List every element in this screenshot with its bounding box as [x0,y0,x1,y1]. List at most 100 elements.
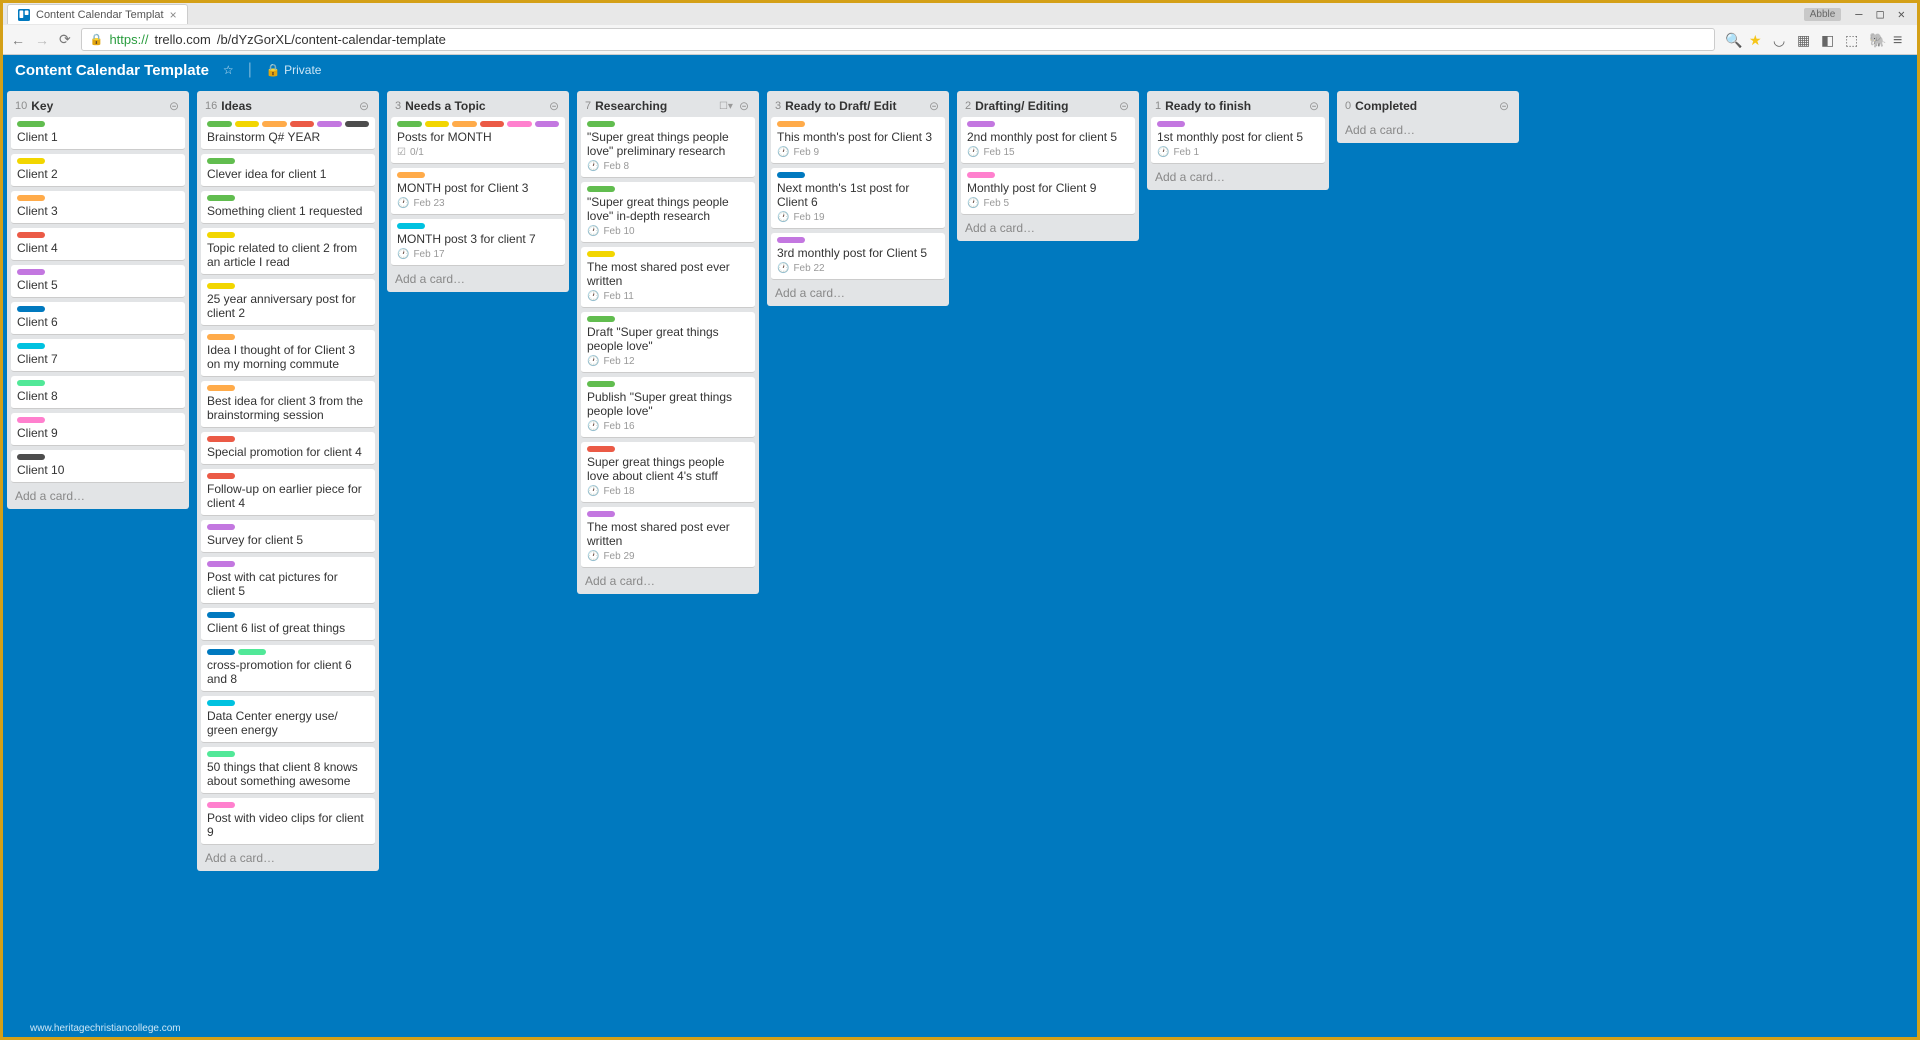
label-green [207,121,232,127]
list-menu-icon[interactable]: ⊝ [739,99,749,113]
card[interactable]: Client 1 [11,117,185,150]
list-header[interactable]: 1Ready to finish⊝ [1151,95,1325,117]
add-card-button[interactable]: Add a card… [1151,164,1325,186]
search-icon[interactable]: 🔍 [1725,32,1741,48]
board-header: Content Calendar Template ☆ | 🔒 Private [3,55,1917,85]
card[interactable]: Best idea for client 3 from the brainsto… [201,381,375,428]
reload-button[interactable]: ⟳ [59,31,71,48]
back-button[interactable]: ← [11,32,25,48]
add-card-button[interactable]: Add a card… [11,483,185,505]
window-close-icon[interactable]: ✕ [1898,7,1905,21]
card[interactable]: "Super great things people love" in-dept… [581,182,755,243]
card[interactable]: Follow-up on earlier piece for client 4 [201,469,375,516]
window-maximize-icon[interactable]: □ [1877,7,1884,21]
list-header[interactable]: 16Ideas⊝ [201,95,375,117]
clock-icon: 🕐 [397,198,409,209]
extension-1-icon[interactable]: ▦ [1797,32,1813,48]
card[interactable]: Posts for MONTH☑0/1 [391,117,565,164]
card[interactable]: Survey for client 5 [201,520,375,553]
bookmark-star-icon[interactable]: ★ [1749,32,1765,48]
extension-3-icon[interactable]: ⬚ [1845,32,1861,48]
list-header[interactable]: 3Needs a Topic⊝ [391,95,565,117]
tab-title: Content Calendar Templat [36,9,164,21]
card[interactable]: Post with video clips for client 9 [201,798,375,845]
browser-tab[interactable]: Content Calendar Templat × [7,4,188,24]
user-badge[interactable]: Abble [1804,8,1842,21]
card[interactable]: Client 7 [11,339,185,372]
card[interactable]: Client 9 [11,413,185,446]
window-minimize-icon[interactable]: — [1855,7,1862,21]
label-sky [207,700,235,706]
card[interactable]: 25 year anniversary post for client 2 [201,279,375,326]
forward-button[interactable]: → [35,32,49,48]
card[interactable]: The most shared post ever written🕐Feb 11 [581,247,755,308]
list-header[interactable]: 2Drafting/ Editing⊝ [961,95,1135,117]
list-menu-icon[interactable]: ⊝ [1499,99,1509,113]
card[interactable]: cross-promotion for client 6 and 8 [201,645,375,692]
evernote-icon[interactable]: 🐘 [1869,32,1885,48]
card[interactable]: Topic related to client 2 from an articl… [201,228,375,275]
card-title: Client 1 [17,130,179,144]
card[interactable]: Next month's 1st post for Client 6🕐Feb 1… [771,168,945,229]
menu-icon[interactable]: ≡ [1893,32,1909,48]
card[interactable]: Client 3 [11,191,185,224]
card[interactable]: Data Center energy use/ green energy [201,696,375,743]
card[interactable]: Monthly post for Client 9🕐Feb 5 [961,168,1135,215]
card[interactable]: Super great things people love about cli… [581,442,755,503]
card[interactable]: This month's post for Client 3🕐Feb 9 [771,117,945,164]
card[interactable]: Brainstorm Q# YEAR [201,117,375,150]
card[interactable]: Clever idea for client 1 [201,154,375,187]
label-orange [262,121,287,127]
url-field[interactable]: 🔒 https://trello.com/b/dYzGorXL/content-… [81,28,1715,51]
card[interactable]: MONTH post for Client 3🕐Feb 23 [391,168,565,215]
add-card-button[interactable]: Add a card… [391,266,565,288]
add-card-button[interactable]: Add a card… [771,280,945,302]
list-header[interactable]: 7Researching☐▾⊝ [581,95,755,117]
list-count: 1 [1155,100,1161,112]
card[interactable]: 3rd monthly post for Client 5🕐Feb 22 [771,233,945,280]
list-header[interactable]: 0Completed⊝ [1341,95,1515,117]
card[interactable]: The most shared post ever written🕐Feb 29 [581,507,755,568]
card[interactable]: Client 10 [11,450,185,483]
card[interactable]: Client 6 list of great things [201,608,375,641]
card[interactable]: 1st monthly post for client 5🕐Feb 1 [1151,117,1325,164]
extension-2-icon[interactable]: ◧ [1821,32,1837,48]
card[interactable]: 2nd monthly post for client 5🕐Feb 15 [961,117,1135,164]
card[interactable]: "Super great things people love" prelimi… [581,117,755,178]
list-header[interactable]: 10Key⊝ [11,95,185,117]
card[interactable]: Publish "Super great things people love"… [581,377,755,438]
card[interactable]: Idea I thought of for Client 3 on my mor… [201,330,375,377]
card[interactable]: Client 2 [11,154,185,187]
card[interactable]: Client 8 [11,376,185,409]
tab-close-icon[interactable]: × [170,8,177,22]
card-labels [587,381,749,387]
list-menu-icon[interactable]: ⊝ [1119,99,1129,113]
list-menu-icon[interactable]: ⊝ [169,99,179,113]
add-card-button[interactable]: Add a card… [1341,117,1515,139]
card[interactable]: Client 5 [11,265,185,298]
list-menu-icon[interactable]: ⊝ [929,99,939,113]
list-menu-icon[interactable]: ⊝ [1309,99,1319,113]
add-card-button[interactable]: Add a card… [581,568,755,590]
card[interactable]: Something client 1 requested [201,191,375,224]
board-title[interactable]: Content Calendar Template [15,62,209,79]
list-menu-icon[interactable]: ⊝ [549,99,559,113]
label-red [290,121,315,127]
star-board-icon[interactable]: ☆ [223,63,234,77]
list-title: Needs a Topic [405,99,549,113]
add-card-button[interactable]: Add a card… [201,845,375,867]
card[interactable]: 50 things that client 8 knows about some… [201,747,375,794]
card[interactable]: Special promotion for client 4 [201,432,375,465]
pocket-icon[interactable]: ◡ [1773,32,1789,48]
card[interactable]: Client 6 [11,302,185,335]
add-card-button[interactable]: Add a card… [961,215,1135,237]
list-menu-icon[interactable]: ⊝ [359,99,369,113]
card[interactable]: MONTH post 3 for client 7🕐Feb 17 [391,219,565,266]
card[interactable]: Client 4 [11,228,185,261]
card[interactable]: Post with cat pictures for client 5 [201,557,375,604]
list-extra-icon[interactable]: ☐▾ [719,101,733,112]
list-header[interactable]: 3Ready to Draft/ Edit⊝ [771,95,945,117]
label-orange [207,334,235,340]
card[interactable]: Draft "Super great things people love"🕐F… [581,312,755,373]
visibility-lock-icon[interactable]: 🔒 Private [266,63,322,77]
